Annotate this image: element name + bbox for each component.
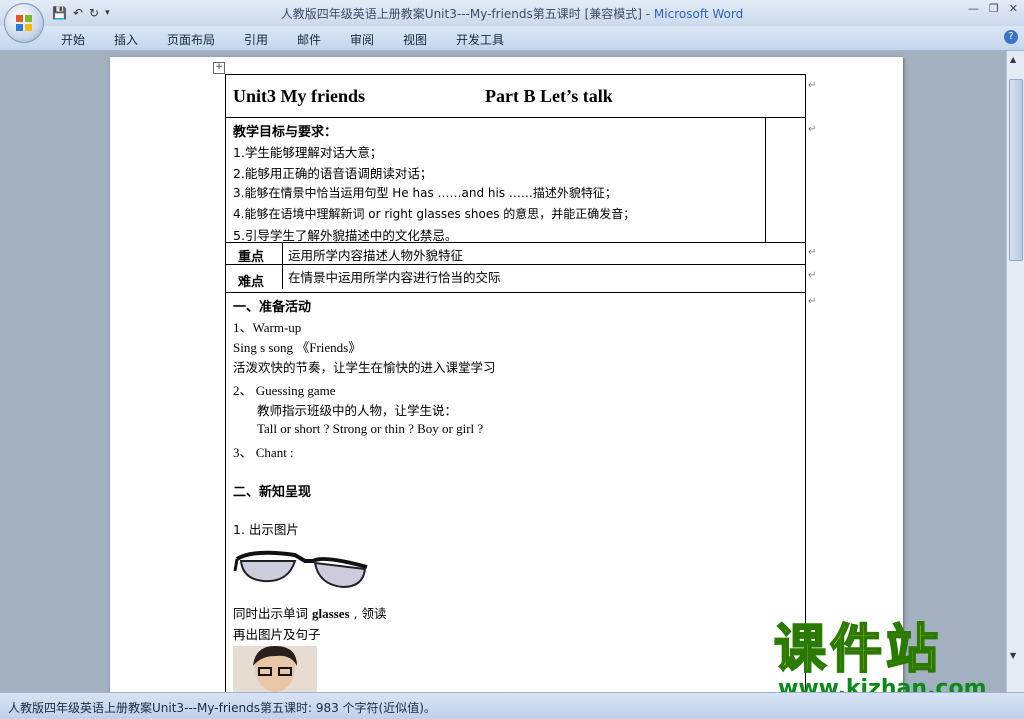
goal-item: 2.能够用正确的语音语调朗读对话；: [233, 166, 433, 181]
title-bar: 💾 ↶ ↻ ▾ 人教版四年级英语上册教案Unit3---My-friends第五…: [0, 0, 1024, 26]
activity-note: 教师指示班级中的人物，让学生说：: [257, 403, 458, 418]
tab-developer[interactable]: 开发工具: [456, 31, 504, 48]
glasses-instruction: 同时出示单词 glasses , 领读: [233, 606, 387, 621]
glasses-image: [233, 550, 368, 589]
goals-divider: [765, 117, 766, 243]
minimize-icon[interactable]: —: [968, 2, 979, 15]
show-again-text: 再出图片及句子: [233, 627, 321, 642]
key-point-label: 重点: [238, 250, 265, 265]
status-text: 人教版四年级英语上册教案Unit3---My-friends第五课时: 983 …: [8, 701, 436, 715]
help-icon[interactable]: ?: [1004, 30, 1018, 44]
close-icon[interactable]: ✕: [1009, 2, 1018, 15]
header-title: Unit3 My friends: [233, 86, 365, 106]
status-bar: 人教版四年级英语上册教案Unit3---My-friends第五课时: 983 …: [0, 692, 1024, 719]
guessing-questions: Tall or short ? Strong or thin ? Boy or …: [257, 421, 484, 436]
row-end-mark: ↵: [808, 270, 817, 281]
header-part: Part B Let’s talk: [485, 86, 613, 106]
tab-home[interactable]: 开始: [61, 31, 85, 48]
restore-icon[interactable]: ❐: [989, 2, 999, 15]
difficulty-text: 在情景中运用所学内容进行恰当的交际: [288, 270, 501, 285]
boy-photo: [233, 646, 317, 692]
difficulty-label: 难点: [238, 275, 265, 290]
row-end-mark: ↵: [808, 124, 817, 135]
goal-item: 4.能够在语境中理解新词 or right glasses shoes 的意思，…: [233, 207, 636, 221]
show-picture-text: 1. 出示图片: [233, 522, 299, 537]
tab-references[interactable]: 引用: [244, 31, 268, 48]
tab-page-layout[interactable]: 页面布局: [167, 31, 215, 48]
scroll-up-icon[interactable]: ▲: [1010, 55, 1016, 64]
kjzhan-watermark-logo: 课件站 www.kjzhan.com: [773, 620, 987, 701]
window-controls: — ❐ ✕: [968, 2, 1018, 15]
row-end-mark: ↵: [808, 296, 817, 307]
vertical-scrollbar[interactable]: ▲ ▼: [1006, 51, 1024, 692]
goals-title: 教学目标与要求：: [233, 125, 338, 140]
office-logo-icon: [16, 15, 32, 31]
scrollbar-thumb[interactable]: [1009, 79, 1023, 261]
activity-song: Sing s song 《Friends》: [233, 340, 362, 355]
activity-note: 活泼欢快的节奏，让学生在愉快的进入课堂学习: [233, 360, 496, 375]
key-point-text: 运用所学内容描述人物外貌特征: [288, 248, 464, 263]
activity-warmup: 1、Warm-up: [233, 320, 302, 335]
tab-review[interactable]: 审阅: [350, 31, 374, 48]
row-end-mark: ↵: [808, 247, 817, 258]
tab-insert[interactable]: 插入: [114, 31, 138, 48]
goal-item: 3.能够在情景中恰当运用句型 He has ……and his ……描述外貌特征…: [233, 186, 617, 200]
ribbon-tabs: 开始 插入 页面布局 引用 邮件 审阅 视图 开发工具 ?: [0, 26, 1024, 51]
goal-item: 1.学生能够理解对话大意；: [233, 145, 383, 160]
tab-mailings[interactable]: 邮件: [297, 31, 321, 48]
section-title: 二、新知呈现: [233, 485, 312, 500]
section-title: 一、准备活动: [233, 300, 312, 315]
activity-chant: 3、 Chant :: [233, 445, 294, 460]
scroll-down-icon[interactable]: ▼: [1010, 651, 1016, 660]
window-title: 人教版四年级英语上册教案Unit3---My-friends第五课时 [兼容模式…: [280, 7, 744, 21]
row-end-mark: ↵: [808, 80, 817, 91]
office-button[interactable]: [4, 3, 44, 43]
table-move-handle-icon[interactable]: +: [213, 62, 225, 74]
tab-view[interactable]: 视图: [403, 31, 427, 48]
activity-guessing: 2、 Guessing game: [233, 383, 336, 398]
